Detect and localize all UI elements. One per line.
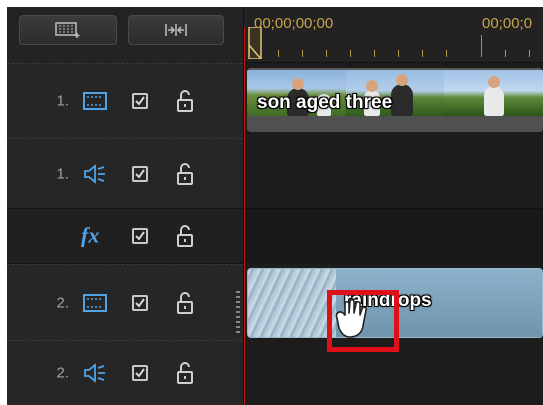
check-icon [135, 168, 145, 179]
audio-track-icon [84, 363, 105, 383]
timecode-start: 00;00;00;00 [254, 15, 334, 32]
track-enable-checkbox[interactable] [132, 165, 148, 182]
track-header-effect: fx [7, 208, 243, 264]
track-header-video-1: 1. [7, 63, 243, 138]
track-lane-audio-1[interactable] [244, 138, 543, 208]
thumbnail [444, 70, 543, 116]
track-number: 1. [56, 92, 69, 110]
drag-grip[interactable] [236, 291, 240, 335]
clip-footer [247, 116, 543, 132]
track-header-audio-2: 2. [7, 340, 243, 405]
track-enable-checkbox[interactable] [132, 93, 148, 109]
timeline-panel: 1. 1. fx 2. 2. 00;00;00;00 00;00;0 son a… [7, 7, 543, 405]
timeline-ruler[interactable]: 00;00;00;00 00;00;0 [244, 7, 543, 63]
timecode-next: 00;00;0 [482, 15, 533, 32]
audio-track-icon [84, 163, 105, 184]
unlock-icon[interactable] [175, 89, 195, 113]
track-number: 2. [56, 364, 69, 382]
check-icon [135, 297, 145, 308]
fit-timeline-button[interactable] [128, 15, 224, 45]
video-track-icon [83, 92, 107, 110]
playhead-handle-icon[interactable] [248, 27, 262, 59]
ruler-ticks [244, 35, 543, 57]
track-lane-effect[interactable] [244, 208, 543, 266]
track-lane-video-1[interactable]: son aged three [244, 63, 543, 138]
fx-icon: fx [81, 222, 100, 248]
unlock-icon[interactable] [175, 224, 195, 248]
check-icon [135, 231, 145, 241]
insert-track-button[interactable] [19, 15, 117, 45]
track-number: 1. [56, 165, 69, 182]
track-header-video-2: 2. [7, 264, 243, 340]
highlight-box [327, 290, 399, 352]
video-clip[interactable]: son aged three [247, 68, 543, 132]
unlock-icon[interactable] [175, 291, 195, 315]
track-enable-checkbox[interactable] [132, 365, 148, 381]
fit-timeline-icon [165, 24, 187, 36]
track-header-panel: 1. 1. fx 2. 2. [7, 7, 244, 405]
unlock-icon[interactable] [175, 162, 195, 186]
clip-title: son aged three [257, 92, 393, 113]
track-header-audio-1: 1. [7, 138, 243, 208]
unlock-icon[interactable] [175, 361, 195, 385]
clip-thumbnail [248, 269, 336, 337]
check-icon [135, 96, 145, 106]
check-icon [135, 368, 145, 378]
playhead-line[interactable] [244, 27, 245, 405]
insert-track-icon [55, 22, 80, 38]
track-number: 2. [56, 294, 69, 311]
video-track-icon [83, 293, 107, 312]
track-enable-checkbox[interactable] [132, 294, 148, 311]
track-enable-checkbox[interactable] [132, 228, 148, 244]
